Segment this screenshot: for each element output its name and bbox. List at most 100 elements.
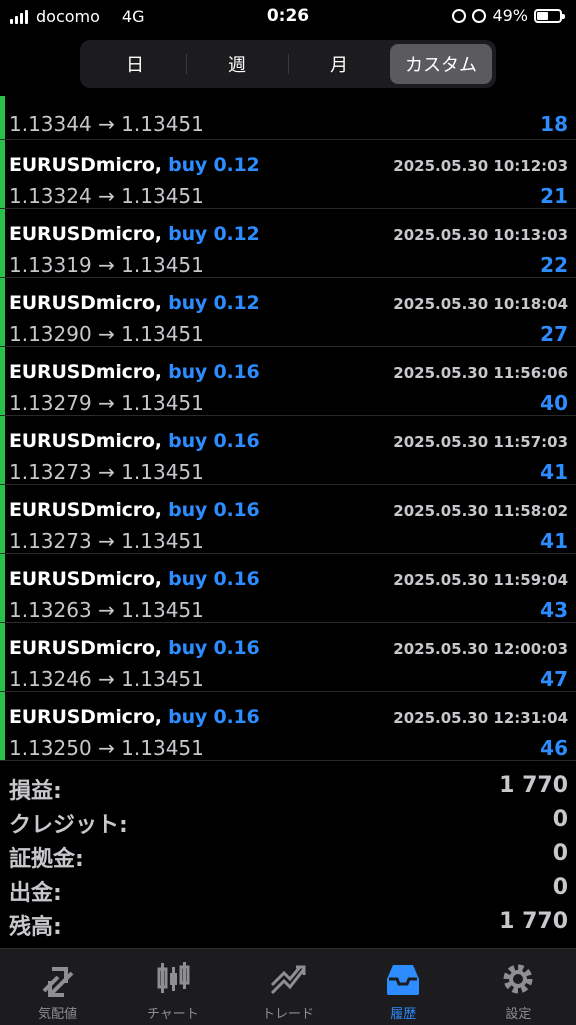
- summary-label: 損益:: [9, 779, 62, 804]
- segment-custom[interactable]: カスタム: [390, 44, 492, 84]
- trade-profit: 43: [540, 598, 568, 622]
- summary-label: クレジット:: [9, 813, 128, 838]
- trade-side: buy 0.12: [168, 292, 260, 314]
- tab-settings[interactable]: 設定: [461, 949, 576, 1025]
- period-segmented-control: 日 週 月 カスタム: [80, 40, 496, 88]
- tab-label: 設定: [505, 1007, 532, 1022]
- history-list[interactable]: 1.13344 → 1.13451 18 EURUSDmicro, buy 0.…: [0, 96, 576, 764]
- tab-bar: 気配値 チャート トレード 履歴 設定: [0, 948, 576, 1025]
- trade-row[interactable]: 1.13344 → 1.13451 18: [0, 96, 576, 140]
- trade-time: 2025.05.30 10:12:03: [393, 157, 568, 175]
- trade-row[interactable]: EURUSDmicro, buy 0.16 2025.05.30 11:58:02…: [0, 485, 576, 554]
- battery-percent: 49%: [492, 6, 528, 25]
- trade-symbol: EURUSDmicro, buy 0.16: [9, 568, 260, 590]
- segment-day[interactable]: 日: [84, 44, 186, 84]
- trade-side: buy 0.16: [168, 706, 260, 728]
- summary-value: 1 770: [499, 909, 568, 934]
- alarm-icon: [472, 8, 487, 23]
- tab-quotes[interactable]: 気配値: [0, 949, 115, 1025]
- symbol-name: EURUSDmicro,: [9, 706, 162, 728]
- quotes-icon: [42, 967, 74, 997]
- tab-trade[interactable]: トレード: [230, 949, 345, 1025]
- symbol-name: EURUSDmicro,: [9, 154, 162, 176]
- summary-value: 1 770: [499, 773, 568, 798]
- trade-side: buy 0.16: [168, 568, 260, 590]
- trade-prices: 1.13246 → 1.13451: [9, 667, 204, 691]
- symbol-name: EURUSDmicro,: [9, 637, 162, 659]
- summary-label: 残高:: [9, 915, 62, 940]
- symbol-name: EURUSDmicro,: [9, 499, 162, 521]
- trade-time: 2025.05.30 11:59:04: [393, 571, 568, 589]
- trade-prices: 1.13279 → 1.13451: [9, 391, 204, 415]
- trade-profit: 27: [540, 322, 568, 346]
- trade-row[interactable]: EURUSDmicro, buy 0.16 2025.05.30 11:56:06…: [0, 347, 576, 416]
- summary-balance: 残高: 1 770: [0, 906, 576, 940]
- tab-label: 気配値: [38, 1007, 78, 1022]
- symbol-name: EURUSDmicro,: [9, 223, 162, 245]
- status-bar: docomo 4G 0:26 49%: [0, 0, 576, 34]
- trade-symbol: EURUSDmicro, buy 0.16: [9, 706, 260, 728]
- trade-prices: 1.13250 → 1.13451: [9, 736, 204, 760]
- trade-profit: 22: [540, 253, 568, 277]
- summary-credit: クレジット: 0: [0, 804, 576, 838]
- battery-icon: [534, 8, 565, 23]
- segment-month[interactable]: 月: [288, 44, 390, 84]
- trade-time: 2025.05.30 10:13:03: [393, 226, 568, 244]
- tab-history[interactable]: 履歴: [346, 949, 461, 1025]
- summary-profit: 損益: 1 770: [0, 770, 576, 804]
- summary-withdrawal: 出金: 0: [0, 872, 576, 906]
- history-icon: [387, 965, 420, 995]
- trade-time: 2025.05.30 12:00:03: [393, 640, 568, 658]
- status-right: 49%: [452, 6, 565, 25]
- tab-label: トレード: [262, 1007, 315, 1022]
- buy-indicator: [0, 278, 5, 346]
- buy-indicator: [0, 140, 5, 208]
- tab-label: チャート: [146, 1007, 199, 1022]
- segment-week[interactable]: 週: [186, 44, 288, 84]
- buy-indicator: [0, 623, 5, 691]
- buy-indicator: [0, 416, 5, 484]
- trade-side: buy 0.16: [168, 430, 260, 452]
- trade-profit: 41: [540, 460, 568, 484]
- buy-indicator: [0, 554, 5, 622]
- trade-row[interactable]: EURUSDmicro, buy 0.16 2025.05.30 11:57:03…: [0, 416, 576, 485]
- trade-symbol: EURUSDmicro, buy 0.12: [9, 154, 260, 176]
- summary-value: 0: [552, 807, 568, 832]
- trade-prices: 1.13344 → 1.13451: [9, 112, 204, 136]
- chart-icon: [157, 962, 190, 993]
- trade-symbol: EURUSDmicro, buy 0.16: [9, 430, 260, 452]
- trade-row[interactable]: EURUSDmicro, buy 0.12 2025.05.30 10:12:03…: [0, 140, 576, 209]
- trade-row[interactable]: EURUSDmicro, buy 0.12 2025.05.30 10:13:03…: [0, 209, 576, 278]
- trade-row[interactable]: EURUSDmicro, buy 0.16 2025.05.30 12:00:03…: [0, 623, 576, 692]
- summary-value: 0: [552, 841, 568, 866]
- trade-profit: 46: [540, 736, 568, 760]
- orientation-lock-icon: [452, 8, 467, 23]
- summary-label: 出金:: [9, 881, 62, 906]
- symbol-name: EURUSDmicro,: [9, 430, 162, 452]
- summary-label: 証拠金:: [9, 847, 84, 872]
- trade-side: buy 0.16: [168, 499, 260, 521]
- symbol-name: EURUSDmicro,: [9, 292, 162, 314]
- trade-symbol: EURUSDmicro, buy 0.16: [9, 361, 260, 383]
- trade-prices: 1.13273 → 1.13451: [9, 460, 204, 484]
- summary-panel: 損益: 1 770 クレジット: 0 証拠金: 0 出金: 0 残高: 1 77…: [0, 770, 576, 940]
- trade-prices: 1.13290 → 1.13451: [9, 322, 204, 346]
- trade-symbol: EURUSDmicro, buy 0.16: [9, 637, 260, 659]
- trade-side: buy 0.12: [168, 154, 260, 176]
- trade-row[interactable]: EURUSDmicro, buy 0.16 2025.05.30 12:31:04…: [0, 692, 576, 761]
- trade-row[interactable]: EURUSDmicro, buy 0.16 2025.05.30 11:59:04…: [0, 554, 576, 623]
- symbol-name: EURUSDmicro,: [9, 361, 162, 383]
- buy-indicator: [0, 347, 5, 415]
- trade-side: buy 0.16: [168, 637, 260, 659]
- trade-prices: 1.13273 → 1.13451: [9, 529, 204, 553]
- gear-icon: [503, 964, 533, 994]
- symbol-name: EURUSDmicro,: [9, 568, 162, 590]
- trade-time: 2025.05.30 10:18:04: [393, 295, 568, 313]
- buy-indicator: [0, 96, 5, 139]
- trade-row[interactable]: EURUSDmicro, buy 0.12 2025.05.30 10:18:04…: [0, 278, 576, 347]
- tab-label: 履歴: [390, 1007, 417, 1022]
- trade-time: 2025.05.30 11:57:03: [393, 433, 568, 451]
- trade-profit: 41: [540, 529, 568, 553]
- tab-chart[interactable]: チャート: [115, 949, 230, 1025]
- buy-indicator: [0, 209, 5, 277]
